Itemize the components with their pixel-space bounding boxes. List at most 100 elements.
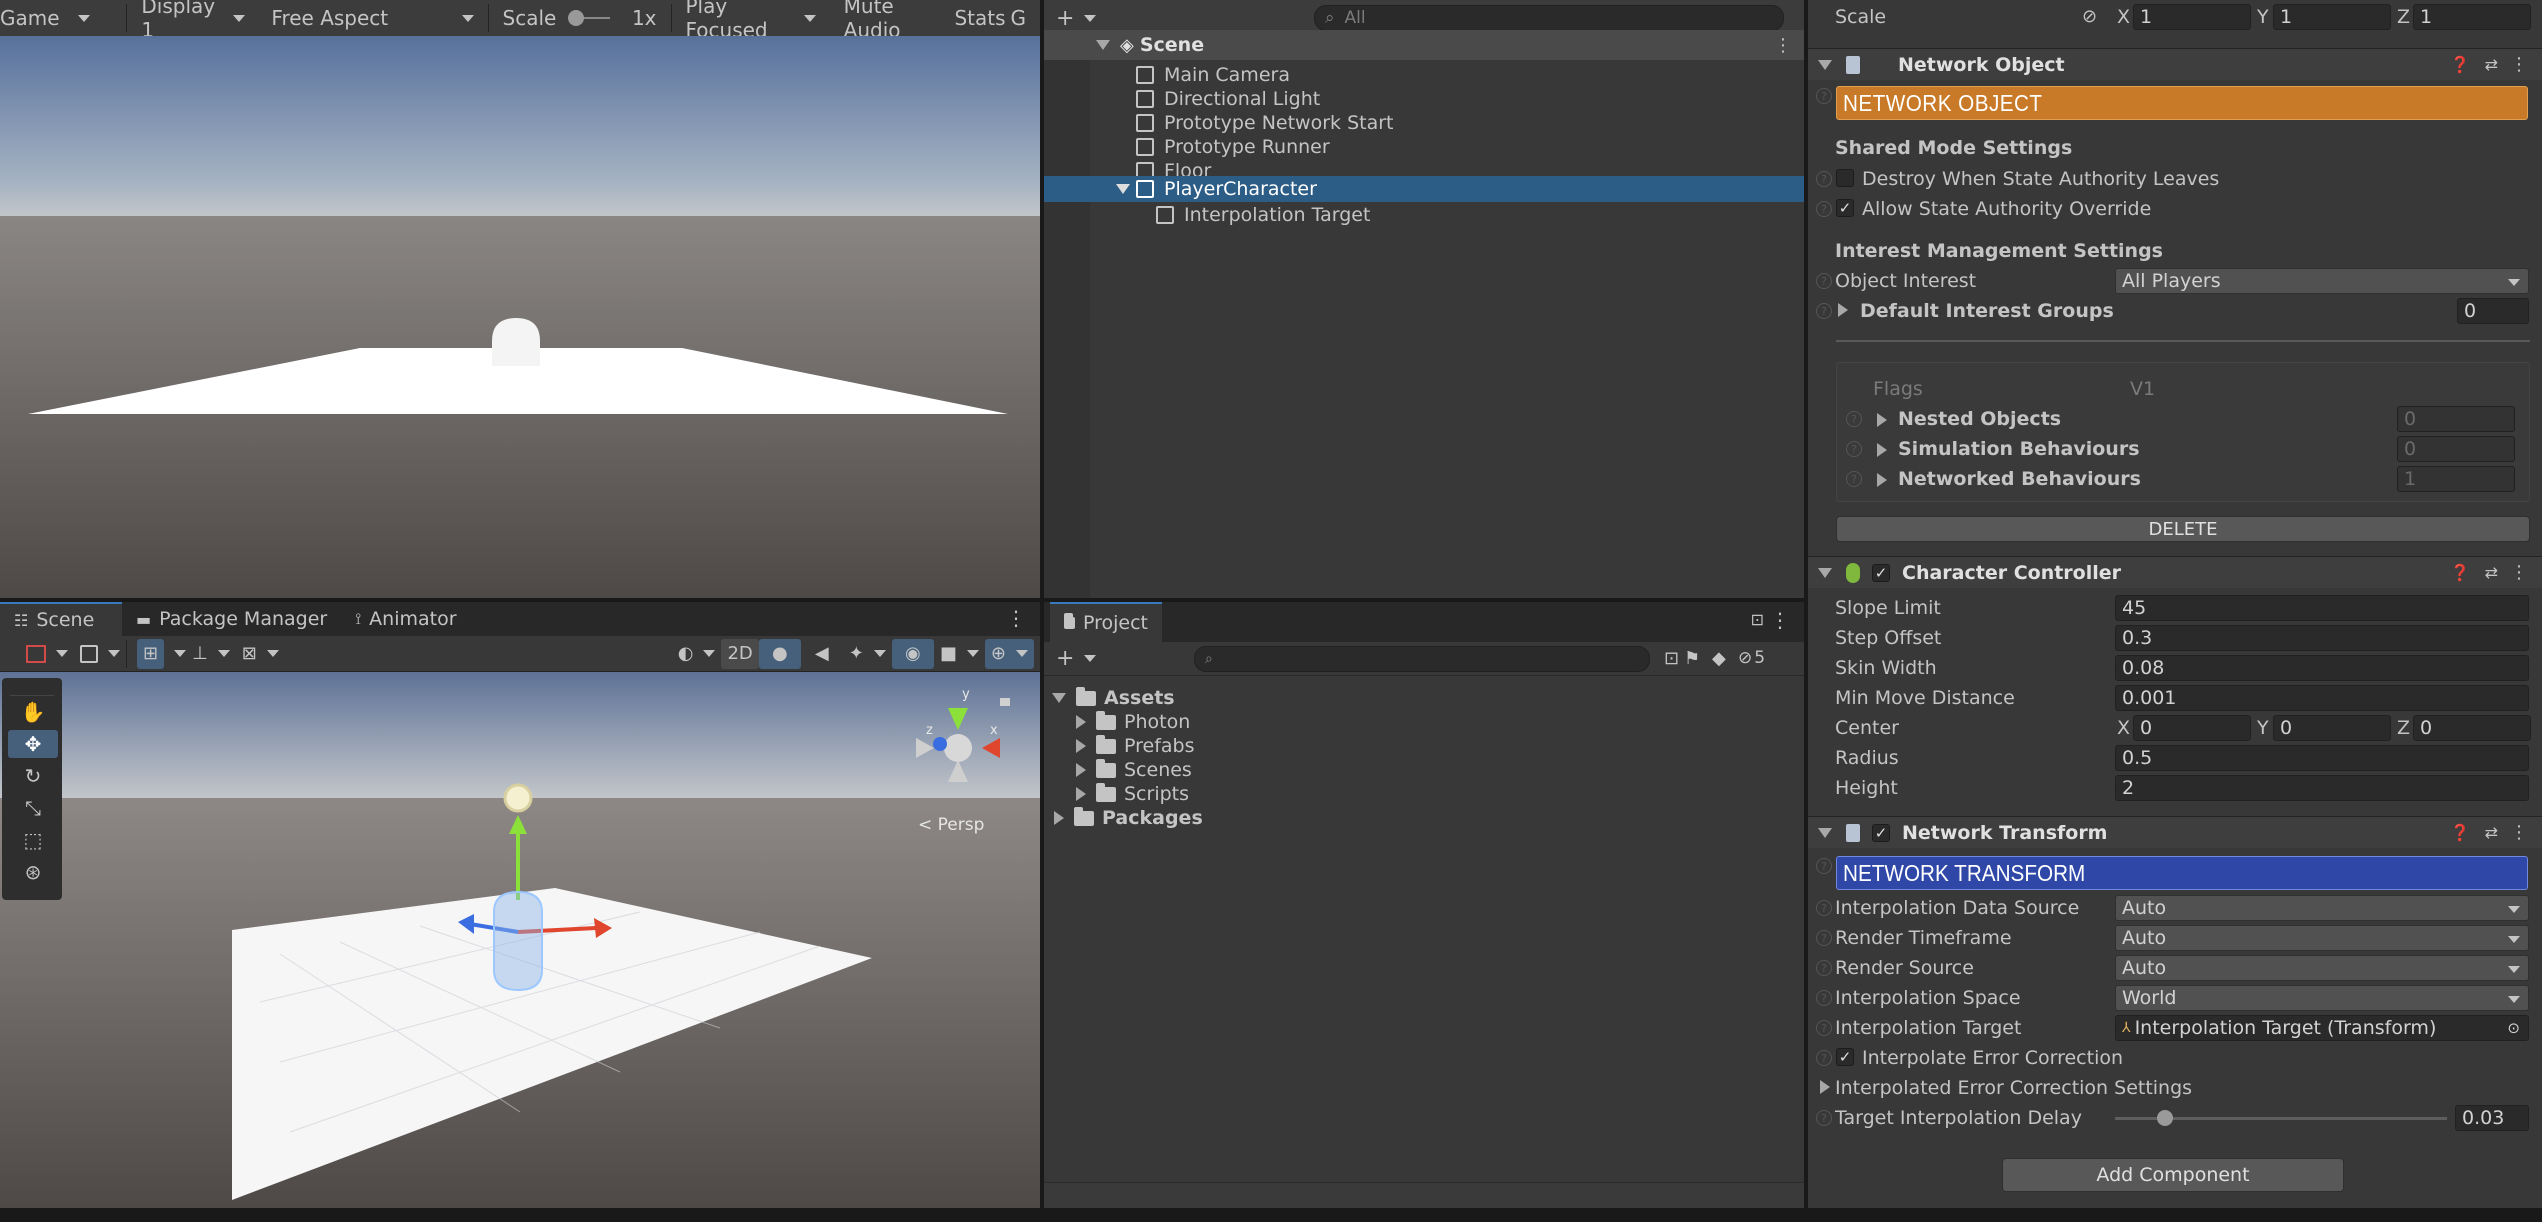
scene-viewport[interactable]: z x y < Persp	[0, 672, 1040, 1208]
expand-icon[interactable]	[1877, 413, 1887, 427]
expand-icon[interactable]	[1877, 443, 1887, 457]
project-folder-photon[interactable]: Photon	[1044, 710, 1804, 734]
tab-scene[interactable]: ☷ Scene	[0, 602, 122, 636]
audio-toggle-icon[interactable]: ◀	[801, 639, 843, 669]
rotate-tool-icon[interactable]: ↻	[8, 762, 58, 790]
step-offset-field[interactable]: 0.3	[2115, 625, 2529, 651]
expand-icon[interactable]	[1076, 739, 1086, 753]
object-picker-icon[interactable]: ⊙	[2507, 1019, 2520, 1037]
scale-tool-icon[interactable]: ⤡	[8, 794, 58, 822]
grid-visibility-button[interactable]: ⊠	[236, 639, 285, 669]
network-object-header[interactable]: Network Object ❓ ⇄ ⋮	[1808, 48, 2542, 80]
create-dropdown[interactable]: +	[1050, 644, 1102, 674]
more-menu-icon[interactable]: ⋮	[2510, 54, 2528, 75]
more-menu-icon[interactable]: ⋮	[1006, 606, 1026, 630]
filter-label-icon[interactable]: ◆	[1712, 648, 1726, 669]
render-timeframe-dropdown[interactable]: Auto	[2115, 925, 2529, 951]
scene-root-row[interactable]: ◈ Scene ⋮	[1044, 30, 1804, 60]
tab-project[interactable]: Project	[1050, 602, 1162, 642]
lighting-toggle-icon[interactable]: ●	[758, 638, 801, 669]
add-component-button[interactable]: Add Component	[2002, 1158, 2344, 1192]
project-search[interactable]: ⌕	[1194, 646, 1650, 672]
scale-slider[interactable]	[568, 10, 610, 26]
aspect-dropdown[interactable]: Free Aspect	[257, 0, 487, 36]
destroy-on-leave-checkbox[interactable]	[1836, 169, 1854, 187]
tab-animator[interactable]: ⟟ Animator	[341, 602, 470, 636]
hidden-packages-icon[interactable]: ⊘ 5	[1738, 648, 1765, 668]
game-viewport[interactable]	[0, 36, 1040, 598]
character-controller-enabled-checkbox[interactable]: ✓	[1872, 563, 1890, 582]
filter-type-icon[interactable]: ⚑	[1684, 648, 1700, 669]
help-icon[interactable]: ❓	[2450, 563, 2470, 582]
expand-icon[interactable]	[1116, 184, 1130, 194]
project-folder-scripts[interactable]: Scripts	[1044, 782, 1804, 806]
target-interpolation-delay-slider[interactable]	[2115, 1110, 2447, 1126]
expand-icon[interactable]	[1076, 763, 1086, 777]
expand-icon[interactable]	[1838, 303, 1848, 317]
slope-limit-field[interactable]: 45	[2115, 595, 2529, 621]
allow-override-checkbox[interactable]: ✓	[1836, 199, 1854, 217]
target-interpolation-delay-field[interactable]: 0.03	[2455, 1105, 2529, 1131]
lock-icon[interactable]: ⊡	[1751, 610, 1764, 629]
snap-settings-dropdown[interactable]	[164, 639, 186, 669]
game-tab-dropdown[interactable]: Game	[0, 0, 126, 36]
radius-field[interactable]: 0.5	[2115, 745, 2529, 771]
palette-grip[interactable]	[10, 680, 54, 696]
more-menu-icon[interactable]: ⋮	[1774, 35, 1792, 56]
help-icon[interactable]: ❓	[2450, 55, 2470, 74]
camera-dropdown-icon[interactable]: ■	[934, 639, 985, 669]
expand-icon[interactable]	[1052, 693, 1066, 703]
search-options-icon[interactable]: ⊡	[1664, 648, 1679, 669]
hierarchy-search[interactable]: ⌕ All	[1314, 5, 1784, 31]
hidden-objects-icon[interactable]: ◉	[891, 638, 934, 669]
hierarchy-item-playercharacter[interactable]: PlayerCharacter	[1044, 176, 1804, 202]
expand-icon[interactable]	[1076, 715, 1086, 729]
delete-button[interactable]: DELETE	[1836, 516, 2530, 542]
preset-icon[interactable]: ⇄	[2485, 563, 2498, 582]
gizmos-button[interactable]: G	[1008, 0, 1040, 36]
mute-audio-button[interactable]: Mute Audio	[830, 0, 941, 42]
interpolation-target-field[interactable]: ⅄ Interpolation Target (Transform) ⊙	[2115, 1015, 2529, 1041]
render-source-dropdown[interactable]: Auto	[2115, 955, 2529, 981]
expand-icon[interactable]	[1076, 787, 1086, 801]
render-mode-dropdown[interactable]	[74, 639, 126, 669]
object-interest-dropdown[interactable]: All Players	[2115, 268, 2529, 294]
project-item-packages[interactable]: Packages	[1044, 806, 1804, 830]
scale-x-field[interactable]: 1	[2133, 4, 2251, 30]
grid-snap-button[interactable]: ⊞	[137, 638, 165, 669]
increment-snap-button[interactable]: ⊥	[186, 639, 236, 669]
min-move-distance-field[interactable]: 0.001	[2115, 685, 2529, 711]
expand-icon[interactable]	[1096, 40, 1110, 50]
hand-tool-icon[interactable]: ✋	[8, 698, 58, 726]
create-dropdown[interactable]: +	[1050, 3, 1102, 33]
height-field[interactable]: 2	[2115, 775, 2529, 801]
skin-width-field[interactable]: 0.08	[2115, 655, 2529, 681]
constrain-proportions-icon[interactable]: ⊘	[2082, 6, 2097, 27]
interpolate-error-correction-checkbox[interactable]: ✓	[1836, 1048, 1854, 1066]
center-z-field[interactable]: 0	[2413, 715, 2531, 741]
toggle-2d-button[interactable]: 2D	[721, 638, 759, 669]
gizmo-orientation-dropdown[interactable]: ◐	[672, 639, 722, 669]
tab-package-manager[interactable]: ▬ Package Manager	[122, 602, 341, 636]
error-correction-settings-label[interactable]: Interpolated Error Correction Settings	[1835, 1077, 2192, 1099]
lock-icon[interactable]	[1000, 698, 1010, 706]
scale-z-field[interactable]: 1	[2413, 4, 2531, 30]
more-menu-icon[interactable]: ⋮	[2510, 822, 2528, 843]
expand-icon[interactable]	[1818, 59, 1832, 70]
rect-tool-icon[interactable]: ⬚	[8, 826, 58, 854]
stats-button[interactable]: Stats	[940, 0, 1008, 36]
slider-knob[interactable]	[2156, 1110, 2173, 1126]
expand-icon[interactable]	[1818, 827, 1832, 838]
effects-dropdown-icon[interactable]: ✦	[843, 639, 892, 669]
scale-y-field[interactable]: 1	[2273, 4, 2391, 30]
center-x-field[interactable]: 0	[2133, 715, 2251, 741]
help-icon[interactable]: ❓	[2450, 823, 2470, 842]
network-transform-enabled-checkbox[interactable]: ✓	[1872, 823, 1890, 842]
interpolation-data-source-dropdown[interactable]: Auto	[2115, 895, 2529, 921]
preset-icon[interactable]: ⇄	[2485, 55, 2498, 74]
character-controller-header[interactable]: ✓ Character Controller ❓ ⇄ ⋮	[1808, 556, 2542, 588]
preset-icon[interactable]: ⇄	[2485, 823, 2498, 842]
more-menu-icon[interactable]: ⋮	[2510, 562, 2528, 583]
project-folder-prefabs[interactable]: Prefabs	[1044, 734, 1804, 758]
draw-mode-dropdown[interactable]	[20, 639, 74, 669]
